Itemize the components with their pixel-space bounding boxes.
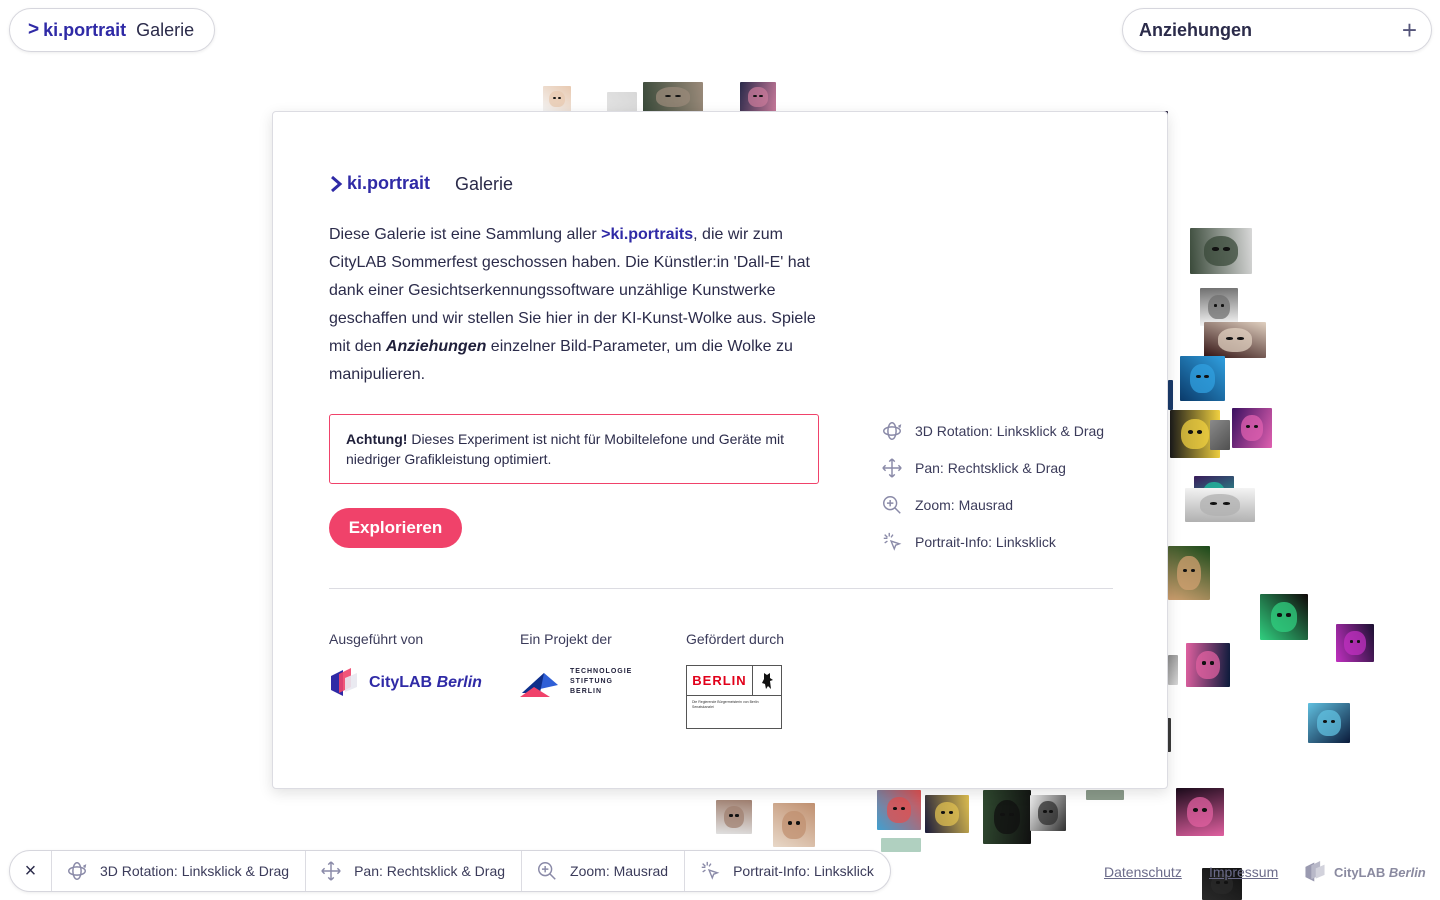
explore-button[interactable]: Explorieren	[329, 508, 462, 548]
tsb-logo-icon	[520, 673, 558, 697]
portrait-thumbnail[interactable]	[1186, 643, 1230, 687]
portrait-thumbnail[interactable]	[1030, 795, 1066, 831]
rotate-3d-icon	[68, 862, 87, 880]
portrait-thumbnail[interactable]	[1180, 356, 1225, 401]
intro-highlight: >ki.portraits	[601, 226, 694, 243]
portrait-thumbnail[interactable]	[643, 82, 703, 112]
portrait-thumbnail[interactable]	[1168, 546, 1210, 600]
click-icon	[883, 532, 902, 551]
portrait-thumbnail[interactable]	[1168, 380, 1173, 410]
portrait-thumbnail[interactable]	[925, 795, 969, 833]
berlin-logo[interactable]: BERLIN Die Regierende Bürgermeisterin vo…	[686, 665, 784, 729]
credit-executed-label: Ausgeführt von	[329, 631, 424, 647]
controls-hints: 3D Rotation: Linksklick & Drag Pan: Rech…	[881, 412, 1104, 560]
chevron-right-icon: >	[28, 19, 40, 40]
chevron-right-icon	[331, 175, 343, 192]
intro-emphasis: Anziehungen	[385, 338, 487, 355]
rotate-3d-icon	[883, 421, 902, 440]
portrait-thumbnail[interactable]	[1086, 790, 1124, 800]
imprint-link[interactable]: Impressum	[1209, 864, 1278, 880]
portrait-thumbnail[interactable]	[740, 82, 776, 112]
tsb-logo[interactable]: TECHNOLOGIE STIFTUNG BERLIN	[520, 667, 632, 697]
portrait-thumbnail[interactable]	[716, 800, 752, 834]
bar-item-pan: Pan: Rechtsklick & Drag	[306, 851, 523, 891]
citylab-logo-icon	[1305, 861, 1325, 882]
bar-item-zoom: Zoom: Mausrad	[522, 851, 686, 891]
portrait-thumbnail[interactable]	[1336, 624, 1374, 662]
intro-part-2: , die wir zum CityLAB Sommerfest geschos…	[329, 226, 816, 355]
portrait-thumbnail[interactable]	[1168, 655, 1178, 685]
privacy-link[interactable]: Datenschutz	[1104, 864, 1182, 880]
portrait-thumbnail[interactable]	[1210, 420, 1230, 450]
warning-strong: Achtung!	[346, 431, 408, 447]
hint-zoom: Zoom: Mausrad	[881, 486, 1104, 523]
citylab-logo[interactable]: CityLAB Berlin	[329, 667, 482, 699]
credit-project: Ein Projekt der TECHNOLOGIE STIFTUNG BER…	[520, 631, 632, 697]
credit-executed: Ausgeführt von CityLAB Berlin	[329, 631, 482, 699]
controls-bar: × 3D Rotation: Linksklick & Drag Pan: Re…	[9, 850, 891, 892]
brand-section: Galerie	[136, 19, 195, 40]
pan-icon	[882, 457, 902, 478]
credit-project-label: Ein Projekt der	[520, 631, 612, 647]
portrait-thumbnail[interactable]	[1200, 288, 1238, 326]
modal-brand-name: ki.portrait	[347, 173, 431, 193]
warning-text: Dieses Experiment ist nicht für Mobiltel…	[346, 431, 785, 467]
modal-brand-logo: ki.portrait	[329, 173, 430, 194]
portrait-thumbnail[interactable]	[1232, 408, 1272, 448]
close-icon[interactable]: ×	[10, 851, 52, 891]
portrait-thumbnail[interactable]	[1190, 228, 1252, 274]
portrait-thumbnail[interactable]	[773, 803, 815, 847]
portrait-thumbnail[interactable]	[881, 838, 921, 852]
berlin-logo-box: BERLIN Die Regierende Bürgermeisterin vo…	[686, 665, 782, 729]
footer-logo-text: CityLAB Berlin	[1334, 864, 1426, 880]
brand-logo: > ki.portrait	[28, 19, 126, 41]
portrait-thumbnail[interactable]	[543, 86, 571, 112]
portrait-thumbnail[interactable]	[983, 790, 1031, 844]
modal-divider	[329, 588, 1113, 589]
hint-info: Portrait-Info: Linksklick	[881, 523, 1104, 560]
bar-item-info: Portrait-Info: Linksklick	[685, 851, 890, 891]
hint-rotation-label: 3D Rotation: Linksklick & Drag	[915, 422, 1105, 439]
footer-citylab-logo[interactable]: CityLAB Berlin	[1304, 860, 1426, 884]
modal-brand-section: Galerie	[455, 174, 514, 194]
portrait-thumbnail[interactable]	[1176, 788, 1224, 836]
hint-pan-label: Pan: Rechtsklick & Drag	[915, 459, 1066, 476]
intro-part-1: Diese Galerie ist eine Sammlung aller	[329, 226, 602, 243]
bar-item-pan-label: Pan: Rechtsklick & Drag	[354, 863, 506, 879]
credit-funded-label: Gefördert durch	[686, 631, 785, 647]
citylab-logo-text: CityLAB Berlin	[369, 674, 482, 691]
bar-item-rotation-label: 3D Rotation: Linksklick & Drag	[100, 863, 290, 879]
hint-zoom-label: Zoom: Mausrad	[915, 496, 1014, 513]
app-brand-pill[interactable]: > ki.portrait Galerie	[9, 8, 216, 52]
hint-rotation: 3D Rotation: Linksklick & Drag	[881, 412, 1104, 449]
credit-funded: Gefördert durch BERLIN Die Regierende Bü…	[686, 631, 784, 729]
bar-item-info-label: Portrait-Info: Linksklick	[733, 863, 874, 879]
brand-name: ki.portrait	[43, 19, 127, 40]
hint-info-label: Portrait-Info: Linksklick	[915, 533, 1056, 550]
warning-box: Achtung! Dieses Experiment ist nicht für…	[329, 414, 819, 484]
bear-icon	[753, 666, 781, 695]
berlin-logo-small: Die Regierende Bürgermeisterin von Berli…	[692, 700, 759, 709]
berlin-logo-word: BERLIN	[687, 666, 753, 695]
click-icon	[701, 861, 720, 880]
portrait-thumbnail[interactable]	[1204, 322, 1266, 358]
portrait-thumbnail[interactable]	[1185, 488, 1255, 522]
portrait-thumbnail[interactable]	[877, 790, 921, 830]
attractions-toggle[interactable]: Anziehungen +	[1122, 8, 1432, 52]
bar-item-zoom-label: Zoom: Mausrad	[570, 863, 669, 879]
plus-icon[interactable]: +	[1402, 17, 1417, 43]
pan-icon	[321, 861, 341, 881]
intro-modal: ki.portrait Galerie Diese Galerie ist ei…	[272, 111, 1168, 789]
bar-item-rotation: 3D Rotation: Linksklick & Drag	[52, 851, 307, 891]
citylab-logo-icon	[331, 668, 357, 696]
portrait-thumbnail[interactable]	[1260, 594, 1308, 640]
attractions-label: Anziehungen	[1139, 19, 1252, 40]
portrait-thumbnail[interactable]	[1308, 703, 1350, 743]
tsb-logo-text: TECHNOLOGIE STIFTUNG BERLIN	[570, 668, 633, 695]
hint-pan: Pan: Rechtsklick & Drag	[881, 449, 1104, 486]
intro-text: Diese Galerie ist eine Sammlung aller >k…	[329, 221, 829, 389]
portrait-thumbnail[interactable]	[607, 92, 637, 112]
zoom-icon	[883, 495, 901, 514]
zoom-icon	[538, 862, 556, 880]
